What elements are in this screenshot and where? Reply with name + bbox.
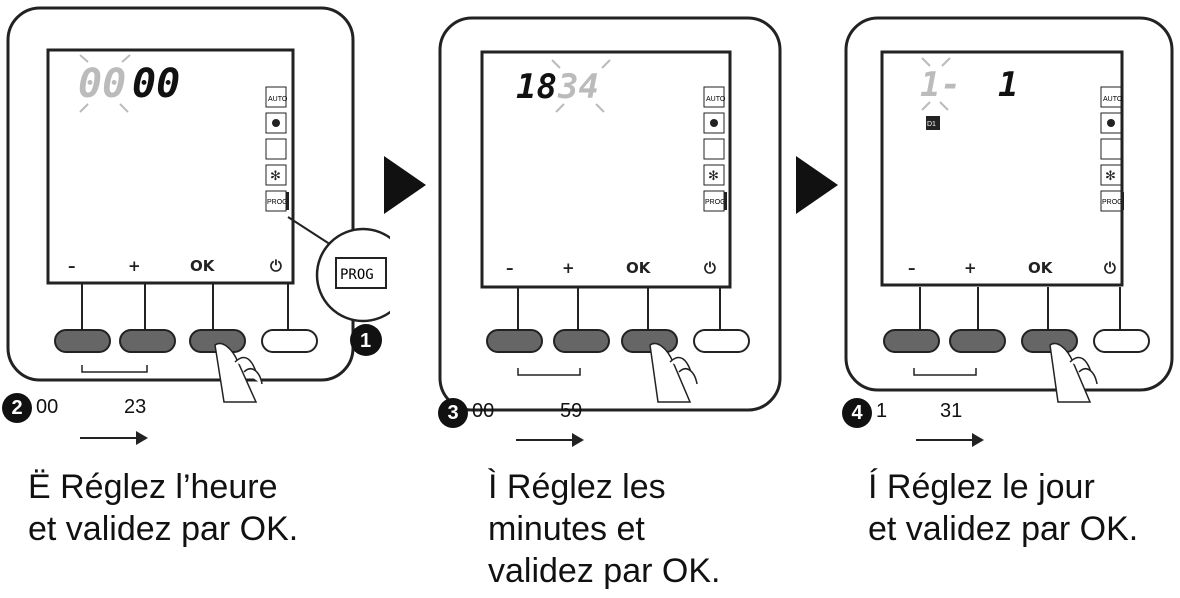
svg-text:✻: ✻ bbox=[270, 168, 281, 183]
lcd-hours: 18 bbox=[516, 67, 557, 107]
power-icon: ⏻ bbox=[270, 257, 282, 275]
ok-label: OK bbox=[626, 259, 652, 277]
moon-icon bbox=[703, 138, 725, 160]
arrow-right-icon bbox=[516, 433, 584, 447]
plus-button[interactable] bbox=[119, 329, 176, 353]
step-badge: 4 bbox=[842, 398, 872, 428]
panel-step-hour: 00 00 AUTO ✻ PROG – + OK ⏻ PROG 1 2 00 2… bbox=[0, 0, 390, 598]
svg-text:PROG: PROG bbox=[267, 199, 288, 206]
range-from: 00 bbox=[472, 400, 495, 422]
instruction-caption: Í Réglez le jour et validez par OK. bbox=[868, 468, 1139, 548]
power-icon: ⏻ bbox=[1104, 259, 1116, 277]
arrow-right-icon bbox=[80, 431, 148, 445]
instruction-caption: Ì Réglez les minutes et validez par OK. bbox=[488, 468, 721, 590]
plus-label: + bbox=[562, 259, 575, 277]
lcd-month: 1 bbox=[998, 65, 1018, 105]
svg-text:AUTO: AUTO bbox=[1103, 96, 1123, 103]
minus-label: – bbox=[68, 257, 76, 275]
plus-button[interactable] bbox=[949, 329, 1006, 353]
step-badge: 2 bbox=[2, 393, 32, 423]
svg-text:✻: ✻ bbox=[708, 168, 719, 183]
ok-button[interactable] bbox=[1021, 329, 1078, 353]
svg-text:AUTO: AUTO bbox=[268, 96, 288, 103]
play-arrow-icon bbox=[796, 156, 838, 214]
svg-text:PROG: PROG bbox=[1102, 199, 1123, 206]
minus-label: – bbox=[908, 259, 916, 277]
range-to: 31 bbox=[940, 400, 963, 422]
mode-icons-column: AUTO ✻ PROG bbox=[265, 86, 289, 212]
ok-label: OK bbox=[190, 257, 216, 275]
panel-step-minutes: 18 34 AUTO ✻ PROG – + OK ⏻ 3 00 59 Ì Rég… bbox=[432, 0, 822, 598]
range-from: 1 bbox=[876, 400, 888, 422]
lcd-day: 1- bbox=[920, 65, 961, 105]
panel-step-day: 1- 1 D1 AUTO ✻ PROG – + OK ⏻ 4 1 31 Í Ré… bbox=[838, 0, 1180, 598]
moon-icon bbox=[265, 138, 287, 160]
range-to: 23 bbox=[124, 396, 147, 418]
instruction-caption: Ë Réglez l’heure et validez par OK. bbox=[28, 468, 299, 548]
zoom-prog-label: PROG bbox=[340, 267, 374, 283]
ok-label: OK bbox=[1028, 259, 1054, 277]
power-button[interactable] bbox=[693, 329, 750, 353]
zoom-step-badge: 1 bbox=[360, 330, 371, 352]
minus-button[interactable] bbox=[883, 329, 940, 353]
arrow-right-icon bbox=[916, 433, 984, 447]
mode-icons-column: AUTO ✻ PROG bbox=[703, 86, 727, 212]
range-to: 59 bbox=[560, 400, 583, 422]
plus-button[interactable] bbox=[553, 329, 610, 353]
lcd-minutes: 34 bbox=[557, 67, 599, 107]
svg-text:AUTO: AUTO bbox=[706, 96, 726, 103]
moon-icon bbox=[1100, 138, 1122, 160]
power-button[interactable] bbox=[261, 329, 318, 353]
range-from: 00 bbox=[36, 396, 59, 418]
ok-button[interactable] bbox=[621, 329, 678, 353]
minus-label: – bbox=[506, 259, 514, 277]
minus-button[interactable] bbox=[54, 329, 111, 353]
svg-text:✻: ✻ bbox=[1105, 168, 1116, 183]
minus-button[interactable] bbox=[486, 329, 543, 353]
play-arrow-icon bbox=[384, 156, 426, 214]
plus-label: + bbox=[128, 257, 141, 275]
svg-text:PROG: PROG bbox=[705, 199, 726, 206]
step-badge: 3 bbox=[438, 398, 468, 428]
plus-label: + bbox=[964, 259, 977, 277]
lcd-hours: 00 bbox=[78, 61, 126, 107]
mode-icons-column: AUTO ✻ PROG bbox=[1100, 86, 1124, 212]
power-icon: ⏻ bbox=[704, 259, 716, 277]
power-button[interactable] bbox=[1093, 329, 1150, 353]
lcd-minutes: 00 bbox=[132, 61, 180, 107]
svg-text:D1: D1 bbox=[927, 121, 936, 128]
